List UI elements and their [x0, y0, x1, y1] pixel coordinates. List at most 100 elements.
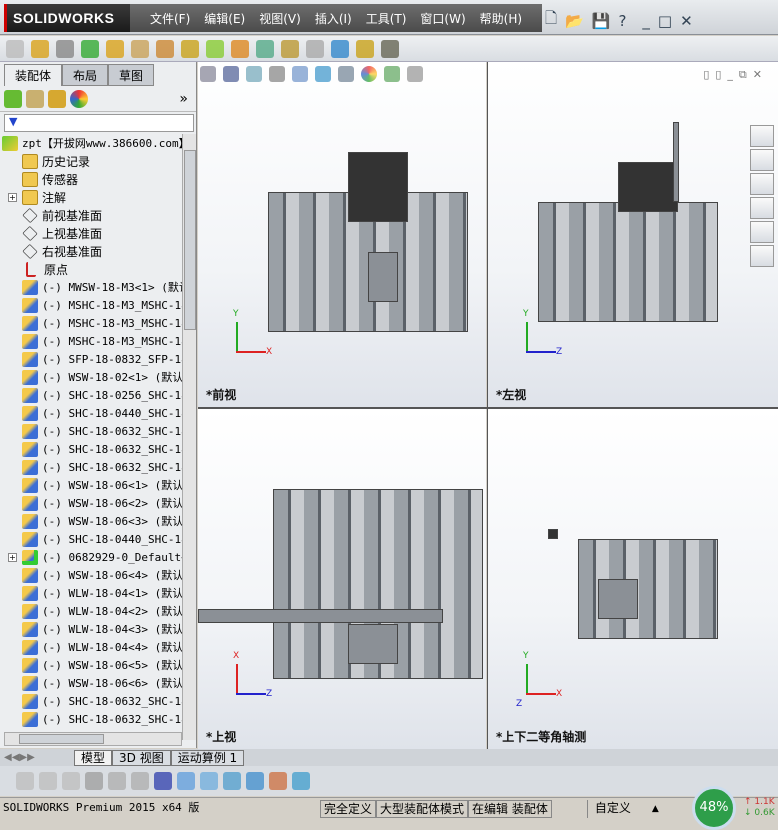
toolbar-tool-icon[interactable] [381, 39, 399, 58]
property-manager-icon[interactable] [26, 89, 44, 108]
tree-item[interactable]: (-) MWSW-18-M3<1> (默认 [2, 278, 182, 296]
viewport[interactable]: Y Z *左视 ▯▯_⧉✕ [488, 62, 778, 407]
tree-item[interactable]: (-) WSW-18-06<5> (默认) [2, 656, 182, 674]
tree-item[interactable]: (-) SFP-18-0832_SFP-18- [2, 350, 182, 368]
toolbar-tool-icon[interactable] [281, 39, 299, 58]
tree-item[interactable]: (-) WSW-18-06<4> (默认) [2, 566, 182, 584]
viewport-splitter[interactable] [487, 62, 488, 749]
toolbar-tool-icon[interactable] [81, 39, 99, 58]
bottom-tool-icon[interactable] [269, 772, 287, 790]
bottom-tab[interactable]: 模型 [74, 749, 113, 766]
help-icon[interactable]: ? [618, 12, 626, 30]
bottom-tool-icon[interactable] [223, 772, 241, 790]
bottom-tool-icon[interactable] [292, 772, 310, 790]
view-tool-icon[interactable] [246, 66, 262, 82]
tree-item[interactable]: 传感器 [2, 170, 182, 188]
tree-horizontal-scrollbar[interactable] [4, 732, 182, 746]
view-tool-icon[interactable] [315, 66, 331, 82]
toolbar-tool-icon[interactable] [206, 39, 224, 58]
tree-item[interactable]: 原点 [2, 260, 182, 278]
toolbar-tool-icon[interactable] [256, 39, 274, 58]
toolbar-tool-icon[interactable] [131, 39, 149, 58]
custom-properties-icon[interactable] [750, 245, 774, 267]
toolbar-tool-icon[interactable] [56, 39, 74, 58]
tree-item[interactable]: (-) WLW-18-04<4> (默认) [2, 638, 182, 656]
tree-item[interactable]: 右视基准面 [2, 242, 182, 260]
bottom-tool-icon[interactable] [108, 772, 126, 790]
bottom-tool-icon[interactable] [39, 772, 57, 790]
tree-item[interactable]: (-) WSW-18-06<6> (默认) [2, 674, 182, 692]
file-explorer-icon[interactable] [750, 173, 774, 195]
toolbar-tool-icon[interactable] [156, 39, 174, 58]
viewport[interactable]: Y X *前视 [198, 62, 486, 407]
menu-item[interactable]: 工具(T) [366, 10, 407, 27]
expand-icon[interactable]: + [8, 552, 17, 562]
tree-vertical-scrollbar[interactable] [182, 134, 196, 740]
tree-item[interactable]: + (-) 0682929-0_Default<1 [2, 548, 182, 566]
open-icon[interactable]: 📂 [565, 12, 584, 30]
toolbar-tool-icon[interactable] [6, 39, 24, 58]
menu-item[interactable]: 编辑(E) [204, 10, 245, 27]
tree-item[interactable]: (-) WLW-18-04<3> (默认) [2, 620, 182, 638]
viewport[interactable]: X Z *上视 [198, 409, 486, 749]
tree-item[interactable]: (-) MSHC-18-M3_MSHC-18- [2, 314, 182, 332]
minimize-icon[interactable]: _ [642, 12, 650, 30]
view-tool-icon[interactable] [200, 66, 216, 82]
panel-tab[interactable]: 装配体 [4, 64, 63, 86]
view-tool-icon[interactable] [338, 66, 354, 82]
view-tool-icon[interactable] [384, 66, 400, 82]
tree-item[interactable]: (-) WLW-18-04<1> (默认) [2, 584, 182, 602]
resources-icon[interactable] [750, 149, 774, 171]
bottom-tab[interactable]: 3D 视图 [112, 749, 171, 766]
configuration-manager-icon[interactable] [48, 89, 66, 108]
view-tool-icon[interactable] [361, 66, 377, 82]
view-tool-icon[interactable] [223, 66, 239, 82]
menu-item[interactable]: 窗口(W) [420, 10, 465, 27]
tree-item[interactable]: (-) SHC-18-0632_SHC-18- [2, 422, 182, 440]
tree-item[interactable]: zpt【开拔网www.386600.com】 [2, 134, 182, 152]
bottom-tool-icon[interactable] [200, 772, 218, 790]
scroll-thumb[interactable] [19, 734, 104, 744]
toolbar-tool-icon[interactable] [356, 39, 374, 58]
view-palette-icon[interactable] [750, 197, 774, 219]
menu-item[interactable]: 文件(F) [150, 10, 190, 27]
feature-manager-icon[interactable] [4, 89, 22, 108]
tab-scroll-arrows-icon[interactable]: ◀◀▶▶ [4, 752, 74, 763]
panel-tab[interactable]: 草图 [108, 64, 155, 86]
tree-item[interactable]: (-) SHC-18-0440_SHC-18- [2, 530, 182, 548]
toolbar-tool-icon[interactable] [106, 39, 124, 58]
appearances-icon[interactable] [750, 221, 774, 243]
view-tool-icon[interactable] [269, 66, 285, 82]
tree-item[interactable]: (-) SHC-18-0632_SHC-18- [2, 710, 182, 728]
tree-item[interactable]: (-) SHC-18-0256_SHC-18- [2, 386, 182, 404]
tree-item[interactable]: 前视基准面 [2, 206, 182, 224]
tree-item[interactable]: (-) WSW-18-02<1> (默认) [2, 368, 182, 386]
bottom-tool-icon[interactable] [16, 772, 34, 790]
save-icon[interactable]: 💾 [592, 12, 611, 30]
tree-item[interactable]: (-) WLW-18-04<2> (默认) [2, 602, 182, 620]
toolbar-tool-icon[interactable] [231, 39, 249, 58]
bottom-tool-icon[interactable] [62, 772, 80, 790]
maximize-icon[interactable]: □ [658, 12, 672, 30]
bottom-tool-icon[interactable] [177, 772, 195, 790]
tree-item[interactable]: 上视基准面 [2, 224, 182, 242]
viewport[interactable]: Y X Z *上下二等角轴测 [488, 409, 778, 749]
tree-item[interactable]: (-) WSW-18-06<2> (默认) [2, 494, 182, 512]
toolbar-tool-icon[interactable] [331, 39, 349, 58]
tree-item[interactable]: (-) SHC-18-0632_SHC-18- [2, 440, 182, 458]
menu-item[interactable]: 插入(I) [315, 10, 352, 27]
tree-item[interactable]: (-) WSW-18-06<3> (默认) [2, 512, 182, 530]
tree-item[interactable]: + 注解 [2, 188, 182, 206]
tree-item[interactable]: 历史记录 [2, 152, 182, 170]
toolbar-tool-icon[interactable] [31, 39, 49, 58]
toolbar-tool-icon[interactable] [181, 39, 199, 58]
menu-item[interactable]: 帮助(H) [480, 10, 522, 27]
view-tool-icon[interactable] [407, 66, 423, 82]
display-manager-icon[interactable] [70, 89, 88, 108]
close-icon[interactable]: ✕ [680, 12, 693, 30]
bottom-tool-icon[interactable] [131, 772, 149, 790]
bottom-tool-icon[interactable] [246, 772, 264, 790]
scroll-thumb[interactable] [184, 150, 196, 330]
solidworks-logo[interactable]: SOLIDWORKS [4, 4, 130, 32]
expand-icon[interactable]: + [8, 192, 17, 202]
